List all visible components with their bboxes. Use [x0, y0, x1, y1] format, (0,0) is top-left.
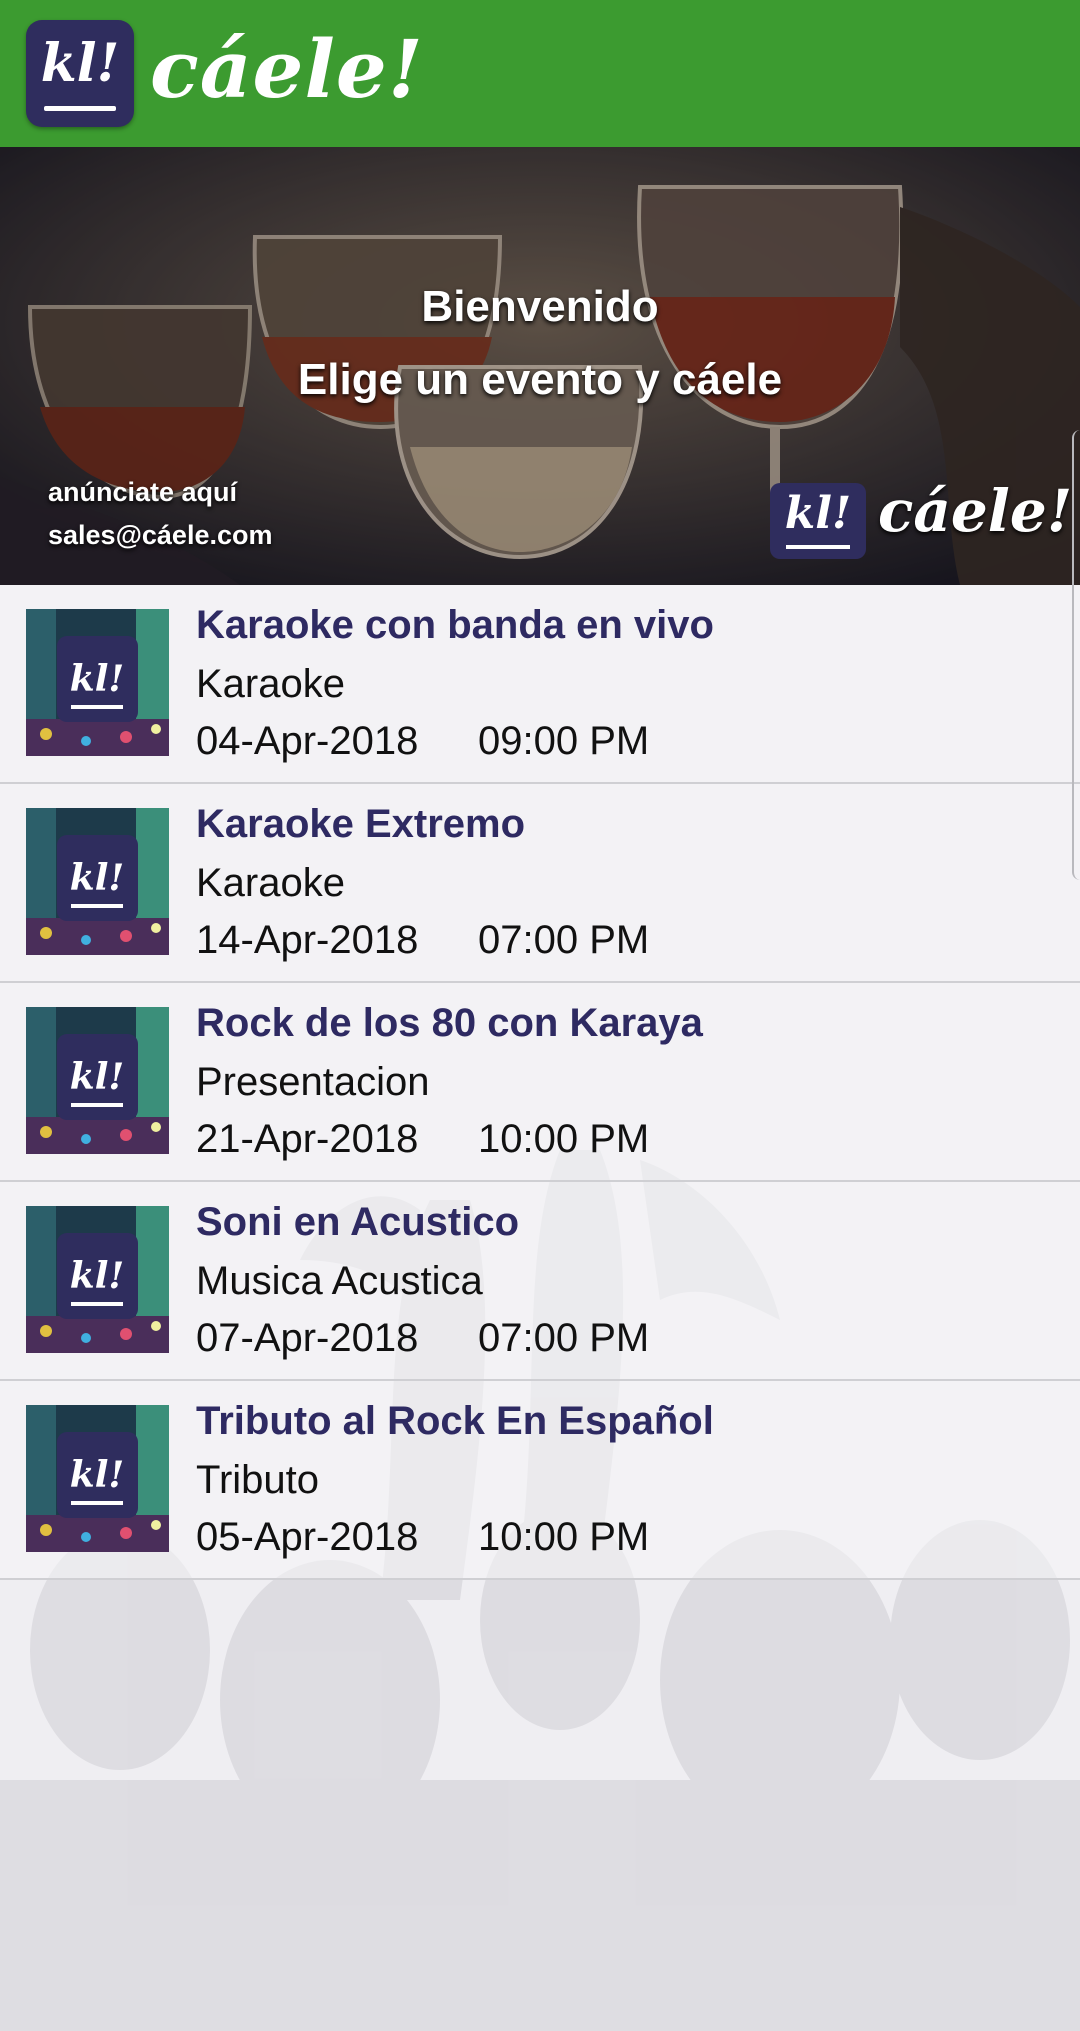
- event-date: 14-Apr-2018: [196, 918, 419, 962]
- app-logo-underline: [44, 106, 116, 111]
- banner-welcome-text: Bienvenido: [421, 282, 659, 331]
- event-list: kl! Karaoke con banda en vivo Karaoke 04…: [0, 585, 1080, 1580]
- event-row[interactable]: kl! Tributo al Rock En Español Tributo 0…: [0, 1381, 1080, 1580]
- event-type: Karaoke: [196, 861, 345, 905]
- event-time: 10:00 PM: [478, 1515, 650, 1559]
- event-thumbnail: kl!: [26, 1405, 169, 1552]
- event-thumbnail: kl!: [26, 808, 169, 955]
- thumb-logo-text: kl!: [70, 857, 124, 899]
- thumb-logo-text: kl!: [70, 1454, 124, 1496]
- app-wordmark: cáele!: [150, 22, 424, 116]
- event-thumbnail: kl!: [26, 1206, 169, 1353]
- app-header: kl! cáele!: [0, 0, 1080, 147]
- event-row[interactable]: kl! Karaoke con banda en vivo Karaoke 04…: [0, 585, 1080, 784]
- event-title: Tributo al Rock En Español: [196, 1399, 714, 1443]
- event-type: Karaoke: [196, 662, 345, 706]
- event-row[interactable]: kl! Rock de los 80 con Karaya Presentaci…: [0, 983, 1080, 1182]
- event-type: Presentacion: [196, 1060, 430, 1104]
- event-row[interactable]: kl! Soni en Acustico Musica Acustica 07-…: [0, 1182, 1080, 1381]
- event-title: Karaoke con banda en vivo: [196, 603, 714, 647]
- event-title: Karaoke Extremo: [196, 802, 526, 846]
- event-time: 10:00 PM: [478, 1117, 650, 1161]
- event-time: 07:00 PM: [478, 1316, 650, 1360]
- scroll-edge-indicator[interactable]: [1072, 430, 1080, 880]
- event-title: Rock de los 80 con Karaya: [196, 1001, 703, 1045]
- banner-advertise-text: anúnciate aquí: [48, 477, 238, 507]
- event-date: 05-Apr-2018: [196, 1515, 419, 1559]
- event-date: 07-Apr-2018: [196, 1316, 419, 1360]
- thumb-logo-text: kl!: [70, 1056, 124, 1098]
- event-type: Musica Acustica: [196, 1259, 483, 1303]
- welcome-banner[interactable]: Bienvenido Elige un evento y cáele anúnc…: [0, 147, 1080, 585]
- event-title: Soni en Acustico: [196, 1200, 520, 1244]
- event-time: 09:00 PM: [478, 719, 650, 763]
- thumb-logo-text: kl!: [70, 1255, 124, 1297]
- banner-sales-email: sales@cáele.com: [48, 520, 273, 550]
- event-thumbnail: kl!: [26, 1007, 169, 1154]
- banner-logo-text: kl!: [784, 488, 852, 539]
- banner-tagline-text: Elige un evento y cáele: [297, 355, 783, 404]
- banner-logo: kl!: [770, 483, 866, 559]
- event-date: 21-Apr-2018: [196, 1117, 419, 1161]
- app-logo-text: kl!: [40, 33, 120, 94]
- banner-logo-underline: [786, 545, 850, 549]
- event-type: Tributo: [196, 1458, 320, 1502]
- event-time: 07:00 PM: [478, 918, 650, 962]
- thumb-logo-text: kl!: [70, 658, 124, 700]
- app-logo: kl!: [26, 20, 134, 127]
- banner-wordmark: cáele!: [878, 477, 1073, 545]
- event-thumbnail: kl!: [26, 609, 169, 756]
- event-row[interactable]: kl! Karaoke Extremo Karaoke 14-Apr-2018 …: [0, 784, 1080, 983]
- event-date: 04-Apr-2018: [196, 719, 419, 763]
